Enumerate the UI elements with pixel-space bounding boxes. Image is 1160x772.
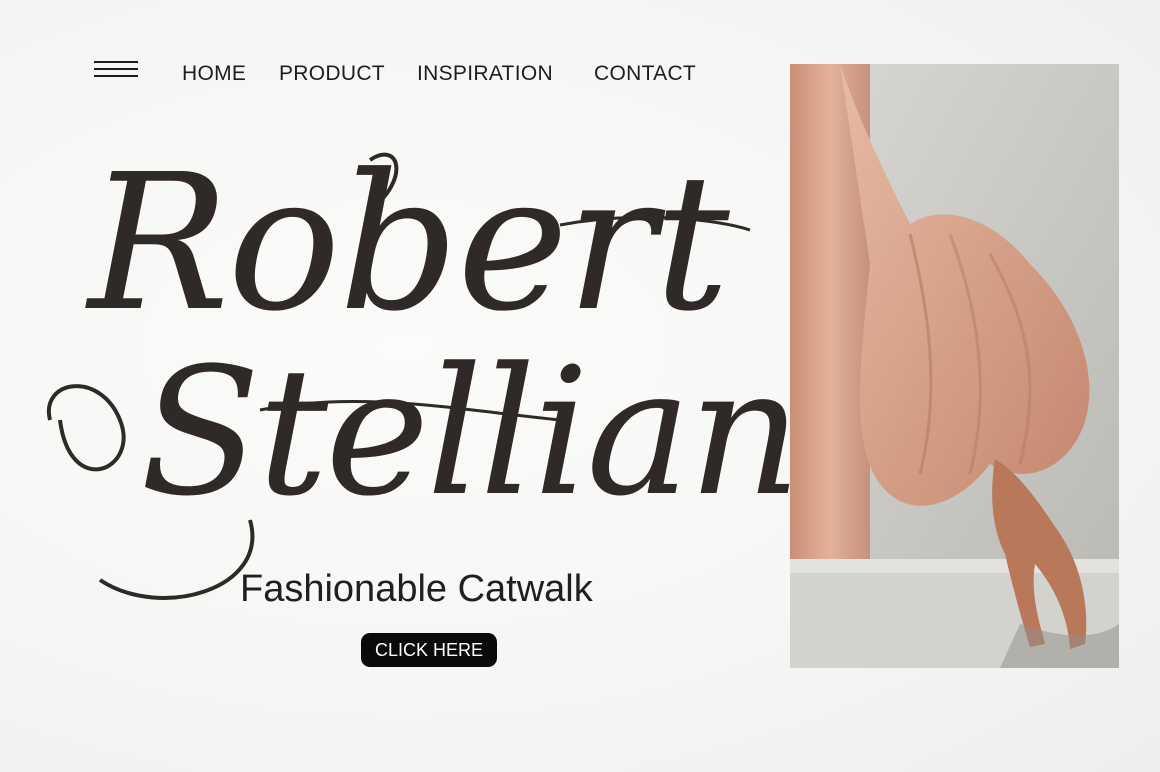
nav-item-home[interactable]: HOME <box>182 62 246 86</box>
nav-item-contact[interactable]: CONTACT <box>594 62 696 86</box>
nav-item-inspiration[interactable]: INSPIRATION <box>417 62 553 86</box>
hamburger-menu-icon[interactable] <box>94 61 138 81</box>
hero-subtitle: Fashionable Catwalk <box>240 568 593 610</box>
click-here-button[interactable]: CLICK HERE <box>361 633 497 667</box>
hero-title-line-1: Robert <box>88 134 730 353</box>
nav-item-product[interactable]: PRODUCT <box>279 62 385 86</box>
hero-title-line-2: Stelliano <box>140 330 905 535</box>
hero-photo <box>790 64 1119 668</box>
